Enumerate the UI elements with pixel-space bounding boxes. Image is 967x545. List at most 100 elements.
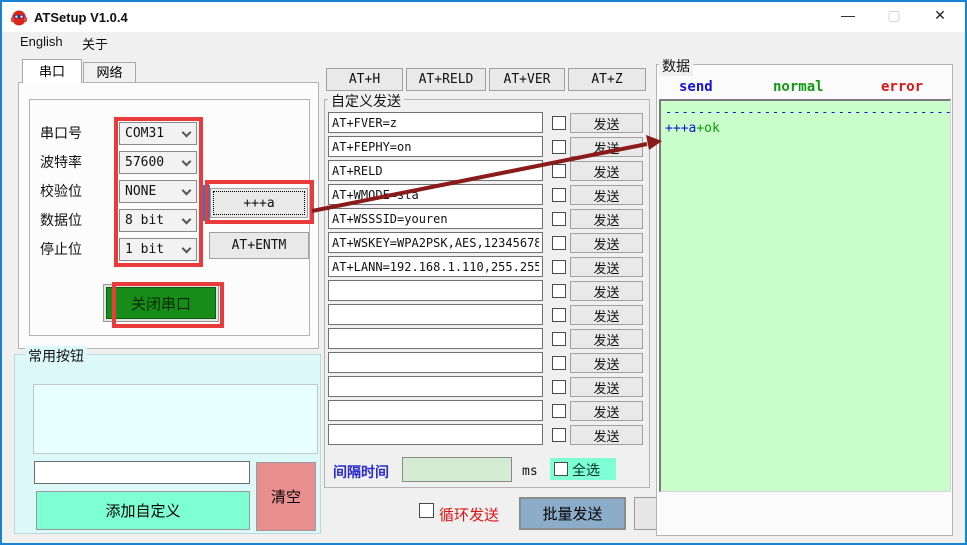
- serial-field-label: 数据位: [40, 209, 110, 232]
- custom-command-input[interactable]: [328, 376, 543, 397]
- send-button[interactable]: 发送: [570, 161, 643, 181]
- loop-send-checkbox[interactable]: [419, 503, 434, 518]
- custom-send-group: 自定义发送 发送发送发送发送发送发送发送发送发送发送发送发送发送发送 间隔时间 …: [324, 99, 650, 488]
- log-sent-text: +++a: [665, 121, 696, 136]
- quick-button-at-reld[interactable]: AT+RELD: [406, 68, 486, 91]
- custom-send-group-label: 自定义发送: [328, 91, 404, 111]
- row-checkbox[interactable]: [552, 188, 566, 202]
- row-checkbox[interactable]: [552, 308, 566, 322]
- quick-button-at-h[interactable]: AT+H: [326, 68, 403, 91]
- add-custom-button[interactable]: 添加自定义: [36, 491, 250, 530]
- plus-a-button[interactable]: +++a: [210, 188, 308, 218]
- custom-command-input[interactable]: [328, 112, 543, 133]
- serial-field-label: 串口号: [40, 122, 110, 145]
- tab-serial[interactable]: 串口: [22, 59, 82, 83]
- chevron-down-icon: [182, 215, 192, 225]
- menu-about[interactable]: 关于: [82, 34, 108, 53]
- serial-field-combo[interactable]: COM31: [119, 122, 197, 145]
- quick-button-at-ver[interactable]: AT+VER: [489, 68, 565, 91]
- send-button[interactable]: 发送: [570, 401, 643, 421]
- close-serial-button[interactable]: 关闭串口: [106, 287, 216, 319]
- row-checkbox[interactable]: [552, 428, 566, 442]
- app-icon: [10, 8, 28, 26]
- window-title: ATSetup V1.0.4: [34, 10, 128, 25]
- log-divider: --------------------------------------: [665, 105, 951, 119]
- row-checkbox[interactable]: [552, 404, 566, 418]
- tab-network[interactable]: 网络: [83, 62, 136, 83]
- loop-send-label: 循环发送: [439, 504, 499, 525]
- select-all-container: 全选: [550, 458, 616, 480]
- serial-field-combo[interactable]: 8 bit: [119, 209, 197, 232]
- interval-label: 间隔时间: [333, 462, 389, 482]
- data-group: 数据 send normal error -------------------…: [656, 64, 953, 536]
- custom-command-input[interactable]: [328, 400, 543, 421]
- send-button[interactable]: 发送: [570, 281, 643, 301]
- row-checkbox[interactable]: [552, 212, 566, 226]
- quick-button-at-z[interactable]: AT+Z: [568, 68, 646, 91]
- data-log-area[interactable]: -------------------------------------- +…: [659, 99, 951, 492]
- send-button[interactable]: 发送: [570, 305, 643, 325]
- focus-strip: [200, 185, 210, 221]
- data-group-label: 数据: [659, 56, 693, 76]
- at-entm-button[interactable]: AT+ENTM: [209, 232, 309, 259]
- custom-command-input[interactable]: [328, 160, 543, 181]
- legend-normal: normal: [773, 79, 824, 95]
- send-button[interactable]: 发送: [570, 185, 643, 205]
- row-checkbox[interactable]: [552, 164, 566, 178]
- send-button[interactable]: 发送: [570, 329, 643, 349]
- batch-send-button[interactable]: 批量发送: [519, 497, 626, 530]
- custom-command-input[interactable]: [328, 280, 543, 301]
- send-button[interactable]: 发送: [570, 113, 643, 133]
- send-button[interactable]: 发送: [570, 377, 643, 397]
- custom-command-input[interactable]: [328, 328, 543, 349]
- custom-command-input[interactable]: [328, 352, 543, 373]
- select-all-label: 全选: [572, 460, 600, 480]
- close-button[interactable]: ✕: [923, 2, 957, 28]
- common-buttons-listbox[interactable]: [33, 384, 318, 454]
- maximize-button[interactable]: ▢: [877, 2, 911, 28]
- send-button[interactable]: 发送: [570, 233, 643, 253]
- legend-send: send: [679, 79, 713, 95]
- send-button[interactable]: 发送: [570, 425, 643, 445]
- interval-input[interactable]: [402, 457, 512, 482]
- clear-button[interactable]: 清空: [256, 462, 316, 531]
- send-button[interactable]: 发送: [570, 137, 643, 157]
- row-checkbox[interactable]: [552, 236, 566, 250]
- row-checkbox[interactable]: [552, 332, 566, 346]
- row-checkbox[interactable]: [552, 140, 566, 154]
- log-line: +++a+ok: [665, 121, 720, 136]
- serial-field-combo[interactable]: 57600: [119, 151, 197, 174]
- custom-command-input[interactable]: [328, 232, 543, 253]
- log-received-text: +ok: [696, 121, 719, 136]
- custom-command-input[interactable]: [328, 136, 543, 157]
- row-checkbox[interactable]: [552, 356, 566, 370]
- row-checkbox[interactable]: [552, 116, 566, 130]
- custom-command-input[interactable]: [328, 184, 543, 205]
- menu-english[interactable]: English: [20, 34, 63, 49]
- custom-name-input[interactable]: [34, 461, 250, 484]
- close-serial-button-frame: 关闭串口: [103, 284, 219, 322]
- custom-command-input[interactable]: [328, 256, 543, 277]
- serial-field-combo[interactable]: 1 bit: [119, 238, 197, 261]
- custom-command-input[interactable]: [328, 304, 543, 325]
- title-bar: ATSetup V1.0.4 — ▢ ✕: [2, 2, 965, 32]
- minimize-button[interactable]: —: [831, 2, 865, 28]
- legend-error: error: [881, 79, 923, 95]
- select-all-checkbox[interactable]: [554, 462, 568, 476]
- serial-field-label: 校验位: [40, 180, 110, 203]
- row-checkbox[interactable]: [552, 380, 566, 394]
- chevron-down-icon: [182, 157, 192, 167]
- row-checkbox[interactable]: [552, 284, 566, 298]
- app-window: ATSetup V1.0.4 — ▢ ✕ English 关于 串口 网络 串口…: [0, 0, 967, 545]
- common-group-label: 常用按钮: [25, 346, 87, 366]
- send-button[interactable]: 发送: [570, 353, 643, 373]
- send-button[interactable]: 发送: [570, 257, 643, 277]
- interval-unit-label: ms: [522, 464, 538, 479]
- serial-field-combo[interactable]: NONE: [119, 180, 197, 203]
- custom-command-input[interactable]: [328, 424, 543, 445]
- row-checkbox[interactable]: [552, 260, 566, 274]
- serial-field-label: 波特率: [40, 151, 110, 174]
- chevron-down-icon: [182, 186, 192, 196]
- send-button[interactable]: 发送: [570, 209, 643, 229]
- custom-command-input[interactable]: [328, 208, 543, 229]
